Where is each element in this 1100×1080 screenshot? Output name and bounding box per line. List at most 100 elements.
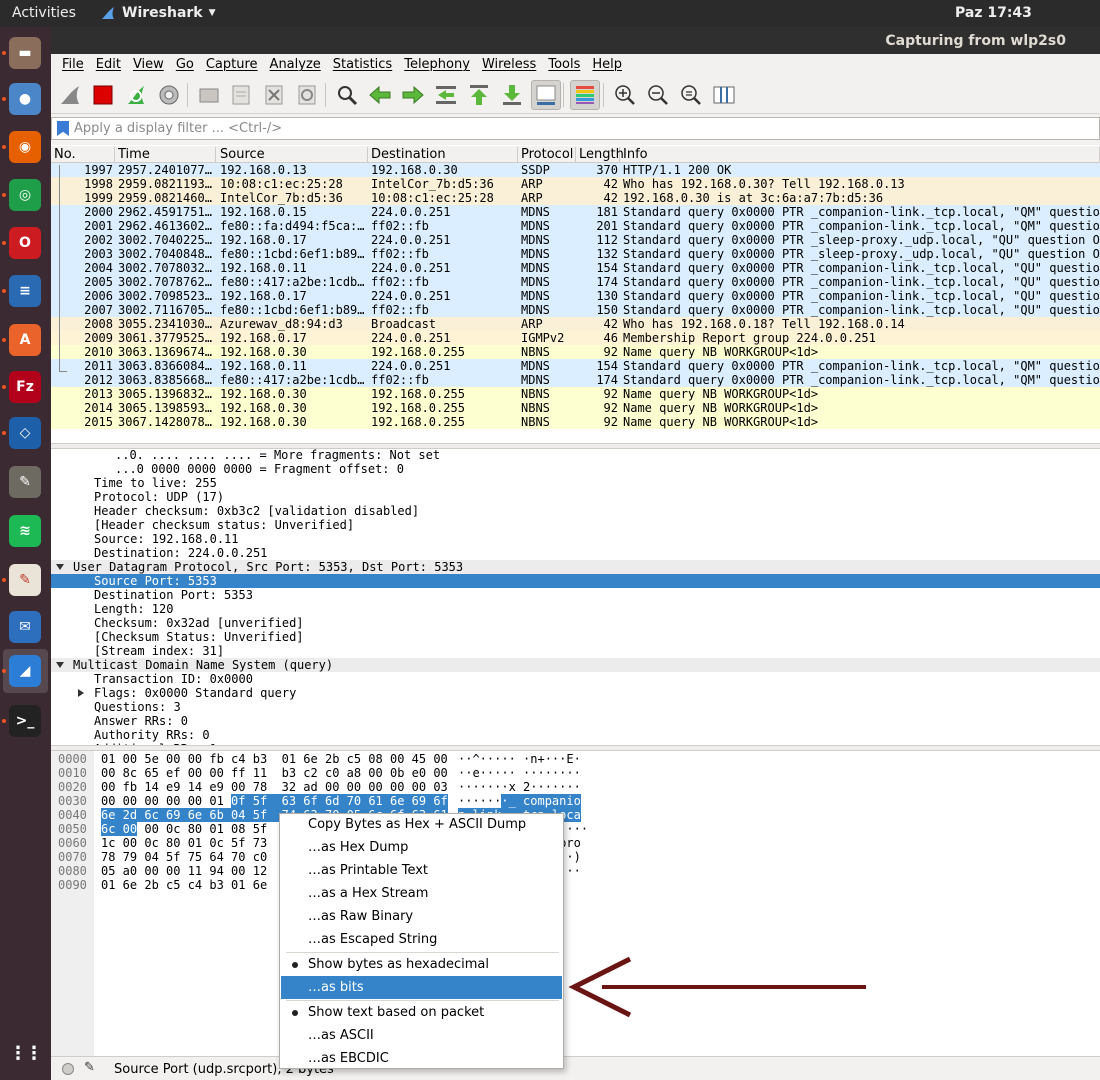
display-filter-input[interactable] [74, 119, 1094, 138]
packet-row[interactable]: 2013 3065.1396832… 192.168.0.30 192.168.0.2… [51, 387, 1100, 401]
tree-field[interactable]: Header checksum: 0xb3c2 [validation disa… [51, 504, 1100, 518]
normal-size-button[interactable] [676, 80, 706, 110]
hex-bytes[interactable]: 01 00 5e 00 00 fb c4 b3 01 6e 2b c5 08 0… [101, 752, 448, 766]
ascii-bytes[interactable]: ·······x 2······· [458, 780, 581, 794]
packet-row[interactable]: 2015 3067.1428078… 192.168.0.30 192.168.0.2… [51, 415, 1100, 429]
context-menu-item[interactable]: …as Raw Binary [281, 905, 562, 928]
open-file-button[interactable] [194, 80, 224, 110]
tree-field[interactable]: Source: 192.168.0.11 [51, 532, 1100, 546]
context-menu-item[interactable]: …as Escaped String [281, 928, 562, 951]
tree-field[interactable]: Authority RRs: 0 [51, 728, 1100, 742]
text-editor-icon[interactable]: ✎ [9, 564, 41, 596]
packet-row[interactable]: 2000 2962.4591751… 192.168.0.15 224.0.0.251… [51, 205, 1100, 219]
tree-section-header[interactable]: Multicast Domain Name System (query) [51, 658, 1100, 672]
chrome-icon[interactable]: ◎ [9, 179, 41, 211]
go-forward-button[interactable] [398, 80, 428, 110]
tree-field[interactable]: Questions: 3 [51, 700, 1100, 714]
files-icon[interactable]: ▬ [9, 37, 41, 69]
context-menu-item[interactable]: …as Printable Text [281, 859, 562, 882]
tree-field[interactable]: ..0. .... .... .... = More fragments: No… [51, 449, 1100, 462]
tree-field[interactable]: Transaction ID: 0x0000 [51, 672, 1100, 686]
tree-field[interactable]: Destination: 224.0.0.251 [51, 546, 1100, 560]
wireshark-icon[interactable]: ◢ [9, 655, 41, 687]
tree-field[interactable]: Source Port: 5353 [51, 574, 1100, 588]
libreoffice-writer-icon[interactable]: ≡ [9, 275, 41, 307]
activities-button[interactable]: Activities [12, 5, 76, 21]
menu-file[interactable]: File [56, 54, 90, 76]
expand-right-icon[interactable] [78, 689, 84, 697]
go-last-packet-button[interactable] [497, 80, 527, 110]
bookmark-icon[interactable] [57, 121, 69, 136]
restart-capture-button[interactable] [121, 80, 151, 110]
tree-field[interactable]: Time to live: 255 [51, 476, 1100, 490]
edit-comment-icon[interactable]: ✎ [84, 1060, 95, 1075]
gimp-icon[interactable]: ✎ [9, 466, 41, 498]
find-packet-button[interactable] [332, 80, 362, 110]
menu-capture[interactable]: Capture [200, 54, 264, 76]
packet-row[interactable]: 1999 2959.0821460… IntelCor_7b:d5:36 10:08:… [51, 191, 1100, 205]
menu-tools[interactable]: Tools [542, 54, 586, 76]
expert-info-icon[interactable] [62, 1063, 74, 1075]
tree-field[interactable]: Protocol: UDP (17) [51, 490, 1100, 504]
menu-edit[interactable]: Edit [90, 54, 127, 76]
resize-columns-button[interactable] [709, 80, 739, 110]
menu-statistics[interactable]: Statistics [327, 54, 398, 76]
go-back-button[interactable] [365, 80, 395, 110]
show-apps-icon[interactable]: ⋮⋮ [9, 1037, 43, 1069]
packet-row[interactable]: 2006 3002.7098523… 192.168.0.17 224.0.0.251… [51, 289, 1100, 303]
tree-field[interactable]: Answer RRs: 0 [51, 714, 1100, 728]
packet-row[interactable]: 2009 3061.3779525… 192.168.0.17 224.0.0.251… [51, 331, 1100, 345]
packet-row[interactable]: 1997 2957.2401077… 192.168.0.13 192.168.0.3… [51, 163, 1100, 177]
menu-wireless[interactable]: Wireless [476, 54, 542, 76]
zoom-in-button[interactable] [610, 80, 640, 110]
ascii-bytes[interactable]: ··e····· ········ [458, 766, 581, 780]
packet-row[interactable]: 2010 3063.1369674… 192.168.0.30 192.168.0.2… [51, 345, 1100, 359]
go-first-packet-button[interactable] [464, 80, 494, 110]
context-menu-item[interactable]: …as bits [281, 976, 562, 999]
packet-row[interactable]: 2008 3055.2341030… Azurewav_d8:94:d3 Broadc… [51, 317, 1100, 331]
software-center-icon[interactable]: A [9, 324, 41, 356]
column-header-time[interactable]: Time [115, 147, 216, 162]
tree-field[interactable]: ...0 0000 0000 0000 = Fragment offset: 0 [51, 462, 1100, 476]
column-header-source[interactable]: Source [217, 147, 368, 162]
tree-field[interactable]: Flags: 0x0000 Standard query [51, 686, 1100, 700]
packet-row[interactable]: 2005 3002.7078762… fe80::417:a2be:1cdb… ff0… [51, 275, 1100, 289]
menu-view[interactable]: View [127, 54, 170, 76]
capture-options-button[interactable] [154, 80, 184, 110]
context-menu-item[interactable]: …as Hex Dump [281, 836, 562, 859]
shark-fin-start-button[interactable] [55, 80, 85, 110]
packet-row[interactable]: 2011 3063.8366084… 192.168.0.11 224.0.0.251… [51, 359, 1100, 373]
spotify-icon[interactable]: ≋ [9, 515, 41, 547]
thunderbird-icon[interactable]: ✉ [9, 611, 41, 643]
packet-row[interactable]: 2012 3063.8385668… fe80::417:a2be:1cdb… ff0… [51, 373, 1100, 387]
column-header-destination[interactable]: Destination [368, 147, 518, 162]
tree-field[interactable]: [Stream index: 31] [51, 644, 1100, 658]
tree-field[interactable]: [Header checksum status: Unverified] [51, 518, 1100, 532]
column-header-length[interactable]: Length [576, 147, 624, 162]
packet-row[interactable]: 1998 2959.0821193… 10:08:c1:ec:25:28 IntelC… [51, 177, 1100, 191]
menu-help[interactable]: Help [586, 54, 628, 76]
go-to-packet-button[interactable] [431, 80, 461, 110]
tree-field[interactable]: [Checksum Status: Unverified] [51, 630, 1100, 644]
column-header-no[interactable]: No. [51, 147, 115, 162]
tree-field[interactable]: Destination Port: 5353 [51, 588, 1100, 602]
expand-down-icon[interactable] [56, 564, 64, 570]
context-menu-item[interactable]: Copy Bytes as Hex + ASCII Dump [281, 813, 562, 836]
context-menu-item[interactable]: …as ASCII [281, 1024, 562, 1047]
expand-down-icon[interactable] [56, 662, 64, 668]
clock[interactable]: Paz 17:43 [955, 5, 1032, 21]
virtualbox-icon[interactable]: ◇ [9, 417, 41, 449]
packet-row[interactable]: 2003 3002.7040848… fe80::1cbd:6ef1:b89… ff0… [51, 247, 1100, 261]
opera-icon[interactable]: O [9, 227, 41, 259]
packet-row[interactable]: 2002 3002.7040225… 192.168.0.17 224.0.0.251… [51, 233, 1100, 247]
context-menu-item[interactable]: …as EBCDIC [281, 1047, 562, 1070]
hex-bytes[interactable]: 00 8c 65 ef 00 00 ff 11 b3 c2 c0 a8 00 0… [101, 766, 448, 780]
tree-field[interactable]: Checksum: 0x32ad [unverified] [51, 616, 1100, 630]
autoscroll-button[interactable] [531, 80, 561, 110]
packet-row[interactable]: 2007 3002.7116705… fe80::1cbd:6ef1:b89… ff0… [51, 303, 1100, 317]
context-menu-item[interactable]: Show bytes as hexadecimal [281, 953, 562, 976]
chromium-icon[interactable]: ● [9, 83, 41, 115]
context-menu-item[interactable]: …as a Hex Stream [281, 882, 562, 905]
save-file-button[interactable] [226, 80, 256, 110]
packet-row[interactable]: 2001 2962.4613602… fe80::fa:d494:f5ca:… ff0… [51, 219, 1100, 233]
